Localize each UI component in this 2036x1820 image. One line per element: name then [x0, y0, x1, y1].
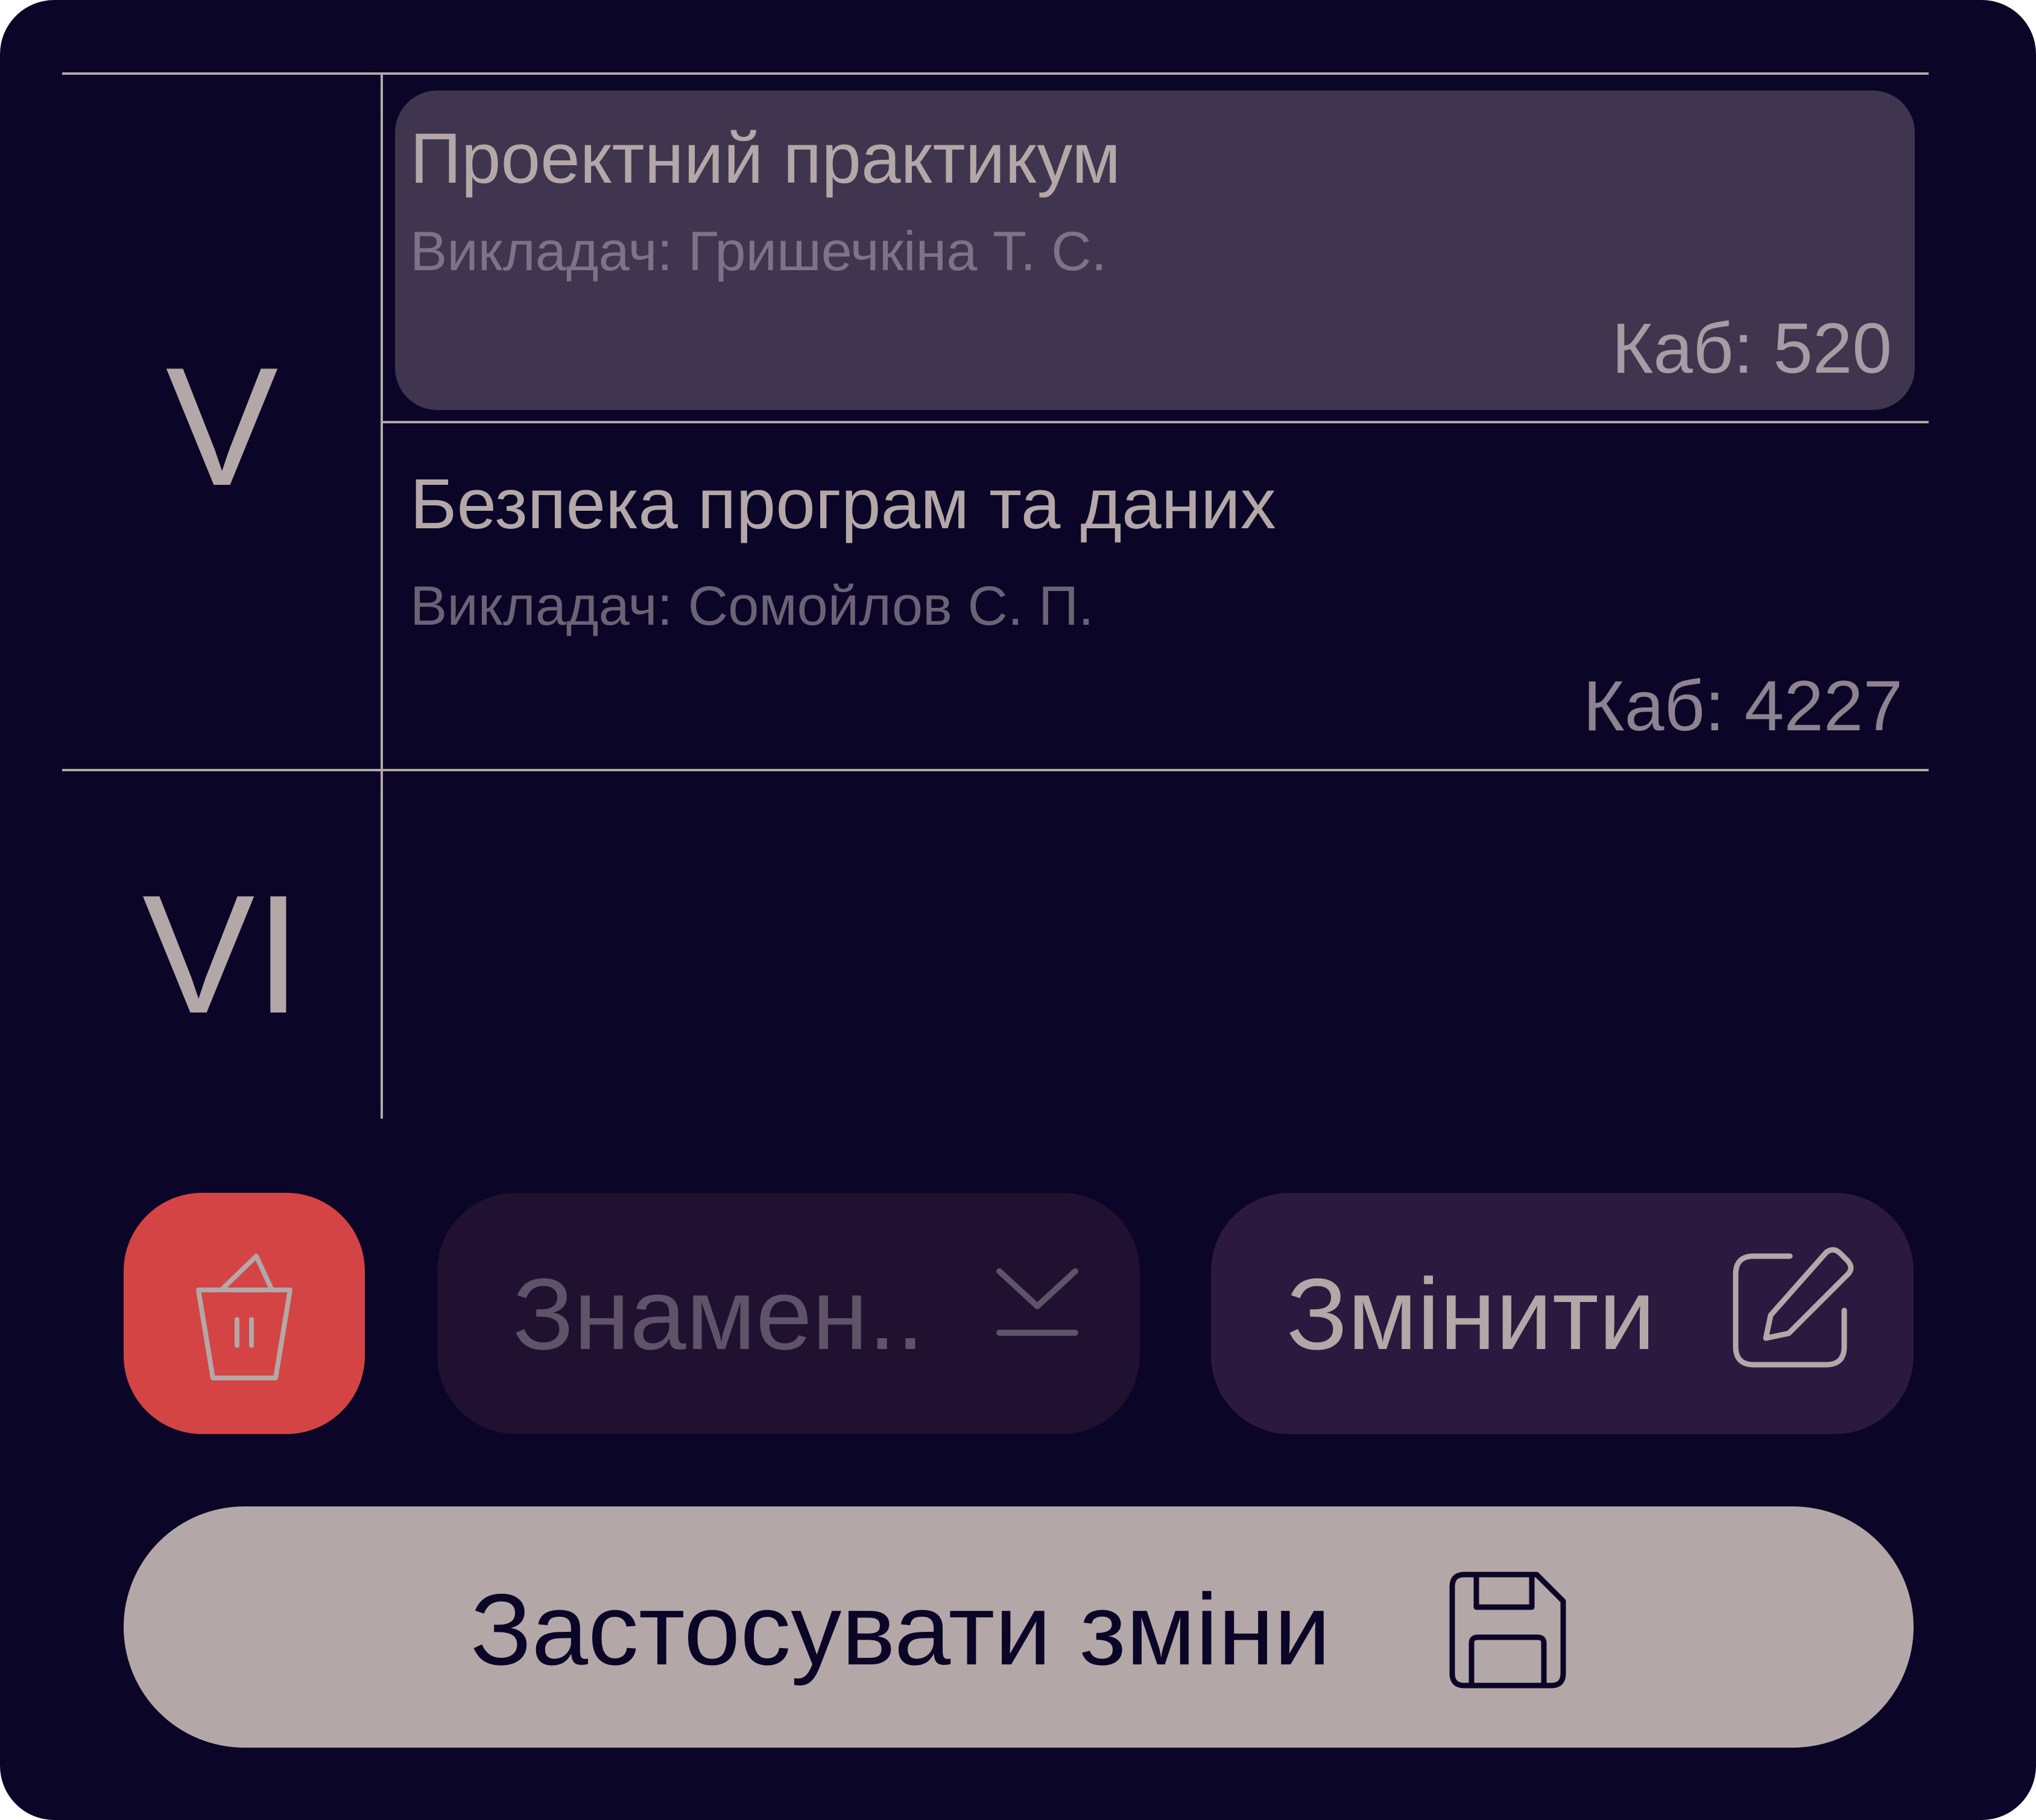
apply-changes-button[interactable]: Застосувати зміни: [124, 1506, 1914, 1748]
lesson-teacher: Викладач: Гришечкіна Т. С.: [410, 221, 1107, 282]
schedule-editor-card: V Проектний практикум Викладач: Гришечкі…: [0, 0, 2036, 1820]
trash-icon: [184, 1244, 305, 1383]
empty-lesson-slot[interactable]: [395, 784, 1915, 1110]
substitution-dropdown[interactable]: Знамен..: [437, 1193, 1140, 1434]
lesson-room: Каб: 4227: [1582, 666, 1903, 746]
edit-label: Змінити: [1286, 1257, 1655, 1371]
lesson-card-selected[interactable]: Проектний практикум Викладач: Гришечкіна…: [395, 90, 1915, 410]
period-divider: [62, 769, 1929, 771]
period-number: VI: [142, 861, 302, 1049]
lesson-divider: [383, 421, 1929, 423]
period-number: V: [165, 333, 279, 521]
edit-icon: [1724, 1244, 1856, 1377]
lesson-teacher: Викладач: Сомойлов С. П.: [410, 575, 1094, 637]
lesson-card[interactable]: Безпека програм та даних Викладач: Сомой…: [395, 433, 1915, 753]
chevron-down-icon: [992, 1247, 1083, 1362]
save-icon: [1447, 1570, 1568, 1690]
lesson-subject: Безпека програм та даних: [410, 464, 1276, 544]
apply-label: Застосувати зміни: [470, 1573, 1331, 1686]
lesson-room: Каб: 520: [1611, 309, 1892, 388]
lesson-subject: Проектний практикум: [410, 119, 1121, 198]
table-top-border: [62, 72, 1929, 75]
delete-button[interactable]: [124, 1193, 365, 1434]
edit-button[interactable]: Змінити: [1211, 1193, 1914, 1434]
dropdown-label: Знамен..: [513, 1257, 925, 1371]
